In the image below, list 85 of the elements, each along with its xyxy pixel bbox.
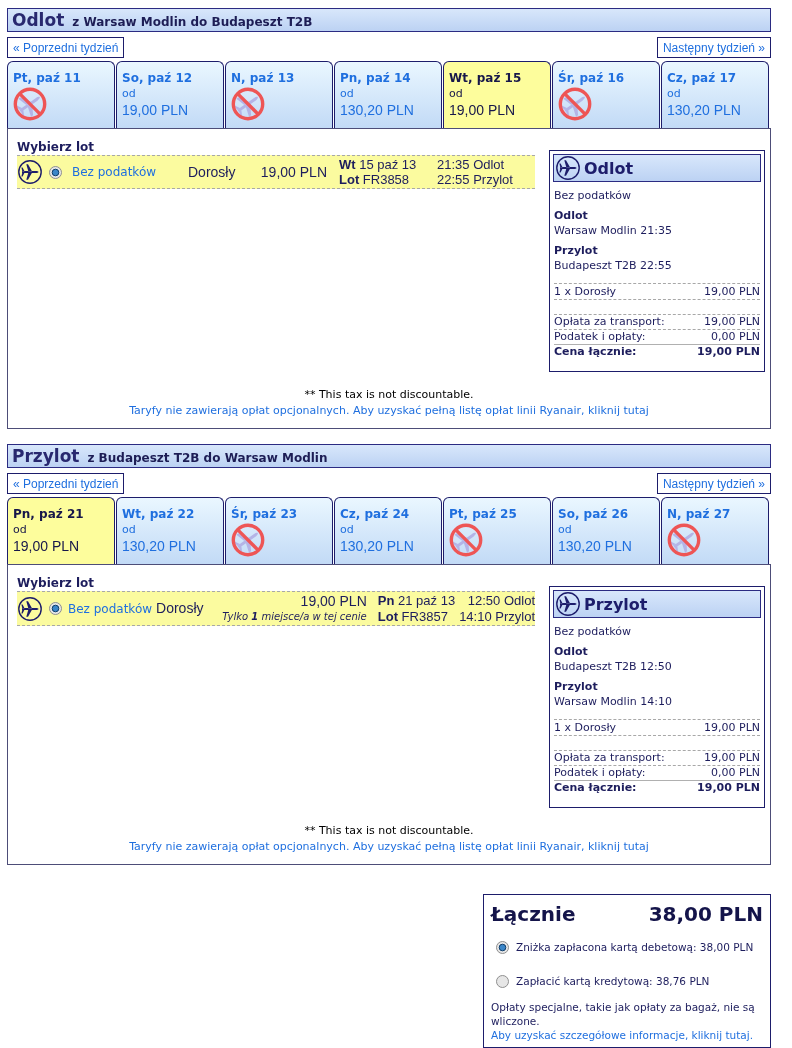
arrival-time: 22:55 Przylot [437, 172, 513, 187]
plane-icon [556, 592, 580, 616]
total-amount: 38,00 PLN [648, 902, 763, 926]
total-label: Łącznie [491, 902, 576, 926]
leg-label: Przylot [554, 243, 598, 258]
flight-date: Wt 15 paź 13 [339, 157, 417, 172]
arrival-time: 14:10 Przylot [459, 609, 535, 624]
fees-link[interactable]: Taryfy nie zawierają opłat opcjonalnych. Aby uzyskać pełną listę opłat linii Ryanair, kliknij tutaj [129, 403, 649, 419]
plane-icon [556, 156, 580, 180]
seats-left-note: Tylko 1 miejsce/a w tej cenie [222, 609, 367, 624]
day-tab[interactable]: Pt, paź 11 [7, 61, 115, 128]
charge-label: Podatek i opłaty: [554, 766, 646, 780]
day-tab[interactable]: N, paź 27 [661, 497, 769, 564]
plane-icon [18, 596, 42, 621]
charge-value: 19,00 PLN [704, 751, 760, 765]
charge-label: Opłata za transport: [554, 315, 665, 329]
leg-label: Odlot [554, 644, 588, 659]
next-week-button[interactable]: Następny tydzień » [656, 473, 771, 494]
radio-button[interactable] [49, 602, 62, 615]
departure-time: 21:35 Odlot [437, 157, 505, 172]
day-tab[interactable]: Śr, paź 23 [225, 497, 333, 564]
fare-link[interactable]: Bez podatków [72, 163, 157, 181]
charge-value: 0,00 PLN [711, 766, 760, 780]
leg-value: Warsaw Modlin 14:10 [554, 694, 672, 709]
passenger-price: 19,00 PLN [704, 720, 760, 735]
passenger-type: Dorosły [188, 162, 236, 182]
departure-time: 12:50 Odlot [467, 593, 535, 608]
fees-link[interactable]: Taryfy nie zawierają opłat opcjonalnych. Aby uzyskać pełną listę opłat linii Ryanair, kliknij tutaj [129, 839, 649, 855]
details-link[interactable]: Aby uzyskać szczegółowe informacje, kliknij tutaj. [491, 1028, 753, 1042]
prev-week-button[interactable]: « Poprzedni tydzień [7, 37, 125, 58]
fare-link[interactable]: Bez podatków [68, 599, 153, 618]
day-tab[interactable]: So, paź 12 od 19,00 PLN [116, 61, 224, 128]
summary-title: Przylot [584, 596, 648, 612]
day-tab[interactable]: Wt, paź 15 od 19,00 PLN [443, 61, 551, 128]
passenger-label: 1 x Dorosły [554, 720, 617, 735]
passenger-price: 19,00 PLN [704, 284, 760, 299]
fare-price: 19,00 PLN [260, 162, 327, 182]
day-tab[interactable]: N, paź 13 [225, 61, 333, 128]
leg-label: Przylot [554, 679, 598, 694]
charge-value: 0,00 PLN [711, 330, 760, 344]
payment-option-label: Zapłacić kartą kredytową: 38,76 PLN [516, 974, 710, 988]
choose-flight-heading: Wybierz lot [17, 140, 95, 154]
total-value: 19,00 PLN [697, 781, 760, 795]
charge-label: Opłata za transport: [554, 751, 665, 765]
charge-label: Podatek i opłaty: [554, 330, 646, 344]
leg-value: Warsaw Modlin 21:35 [554, 223, 672, 238]
direction-title: Przylot [12, 445, 80, 467]
flight-date: Pn 21 paź 13 [377, 593, 456, 608]
route-text: z Warsaw Modlin do Budapeszt T2B [72, 14, 313, 31]
day-tab[interactable]: Pn, paź 21 od 19,00 PLN [7, 497, 115, 564]
charge-value: 19,00 PLN [704, 315, 760, 329]
day-tab[interactable]: Pt, paź 25 [443, 497, 551, 564]
summary-fare: Bez podatków [554, 188, 632, 203]
total-label: Cena łącznie: [554, 345, 637, 359]
leg-value: Budapeszt T2B 12:50 [554, 659, 672, 674]
tax-note: ** This tax is not discountable. [304, 387, 474, 403]
choose-flight-heading: Wybierz lot [17, 576, 95, 590]
day-tab[interactable]: Cz, paź 24 od 130,20 PLN [334, 497, 442, 564]
route-text: z Budapeszt T2B do Warsaw Modlin [87, 450, 328, 467]
day-tab[interactable]: Cz, paź 17 od 130,20 PLN [661, 61, 769, 128]
radio-button[interactable] [496, 974, 509, 988]
prev-week-button[interactable]: « Poprzedni tydzień [7, 473, 125, 494]
day-tab[interactable]: Śr, paź 16 [552, 61, 660, 128]
radio-button[interactable] [49, 165, 62, 179]
direction-title: Odlot [12, 9, 65, 31]
fees-notice: Opłaty specjalne, takie jak opłaty za bagaż, nie są wliczone. Aby uzyskać szczegółowe informacje, kliknij tutaj. [491, 1000, 756, 1042]
passenger-label: 1 x Dorosły [554, 284, 617, 299]
plane-icon [18, 160, 42, 184]
passenger-type: Dorosły [156, 599, 204, 618]
payment-option-label: Zniżka zapłacona kartą debetową: 38,00 PLN [516, 940, 754, 954]
day-tab[interactable]: Wt, paź 22 od 130,20 PLN [116, 497, 224, 564]
leg-value: Budapeszt T2B 22:55 [554, 258, 672, 273]
summary-title: Odlot [584, 160, 634, 176]
fare-price: 19,00 PLN [300, 592, 367, 609]
day-tab[interactable]: Pn, paź 14 od 130,20 PLN [334, 61, 442, 128]
flight-number: Lot FR3858 [339, 172, 410, 187]
total-value: 19,00 PLN [697, 345, 760, 359]
radio-button[interactable] [496, 940, 509, 954]
day-tab[interactable]: So, paź 26 od 130,20 PLN [552, 497, 660, 564]
tax-note: ** This tax is not discountable. [304, 823, 474, 839]
summary-fare: Bez podatków [554, 624, 632, 639]
flight-number: Lot FR3857 [377, 609, 448, 624]
leg-label: Odlot [554, 208, 588, 223]
next-week-button[interactable]: Następny tydzień » [656, 37, 771, 58]
total-label: Cena łącznie: [554, 781, 637, 795]
